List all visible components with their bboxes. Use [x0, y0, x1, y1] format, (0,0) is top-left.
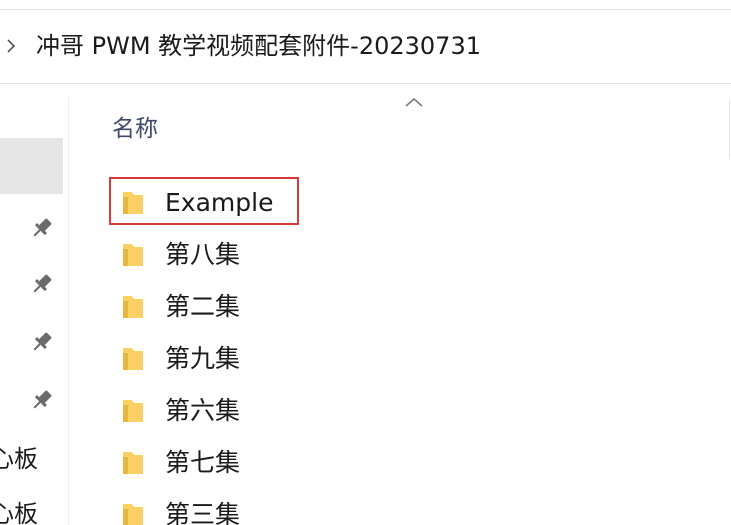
folder-icon — [123, 452, 143, 474]
folder-name: 第八集 — [165, 240, 241, 269]
chevron-right-icon[interactable] — [4, 36, 18, 56]
folder-icon — [123, 192, 143, 214]
folder-icon — [123, 244, 143, 266]
file-explorer-window: 冲哥 PWM 教学视频配套附件-20230731 心板 心板 名称 Exampl… — [0, 0, 731, 525]
folder-row[interactable]: 第三集 — [109, 489, 669, 525]
breadcrumb-folder[interactable]: 冲哥 PWM 教学视频配套附件-20230731 — [36, 29, 481, 63]
nav-item-label[interactable]: 心板 — [0, 499, 38, 525]
folder-name: 第三集 — [165, 500, 241, 525]
nav-item-label[interactable]: 心板 — [0, 444, 38, 474]
folder-row[interactable]: Example — [109, 177, 669, 229]
folder-row[interactable]: 第六集 — [109, 385, 669, 437]
pin-icon[interactable] — [28, 328, 56, 356]
folder-row[interactable]: 第七集 — [109, 437, 669, 489]
pin-icon[interactable] — [28, 270, 56, 298]
address-bar[interactable]: 冲哥 PWM 教学视频配套附件-20230731 — [0, 10, 731, 83]
folder-icon — [123, 504, 143, 525]
folder-row[interactable]: 第二集 — [109, 281, 669, 333]
folder-icon — [123, 296, 143, 318]
folder-name: 第六集 — [165, 396, 241, 425]
pin-icon[interactable] — [28, 214, 56, 242]
column-header-name[interactable]: 名称 — [112, 113, 158, 145]
folder-icon — [123, 400, 143, 422]
folder-name: Example — [165, 188, 274, 217]
folder-row[interactable]: 第八集 — [109, 229, 669, 281]
folder-row[interactable]: 第九集 — [109, 333, 669, 385]
column-divider[interactable] — [729, 100, 730, 158]
pin-icon[interactable] — [28, 386, 56, 414]
file-list: Example 第八集 第二集 第九集 第六集 第七集 第三集 — [109, 177, 669, 525]
navigation-pane[interactable]: 心板 心板 — [0, 84, 68, 525]
folder-name: 第七集 — [165, 448, 241, 477]
folder-icon — [123, 348, 143, 370]
folder-name: 第九集 — [165, 344, 241, 373]
file-list-pane[interactable]: 名称 Example 第八集 第二集 第九集 第六集 第七集 第三集 — [69, 84, 731, 525]
sort-ascending-icon — [405, 98, 423, 107]
folder-name: 第二集 — [165, 292, 241, 321]
nav-item-selected[interactable] — [0, 138, 63, 194]
